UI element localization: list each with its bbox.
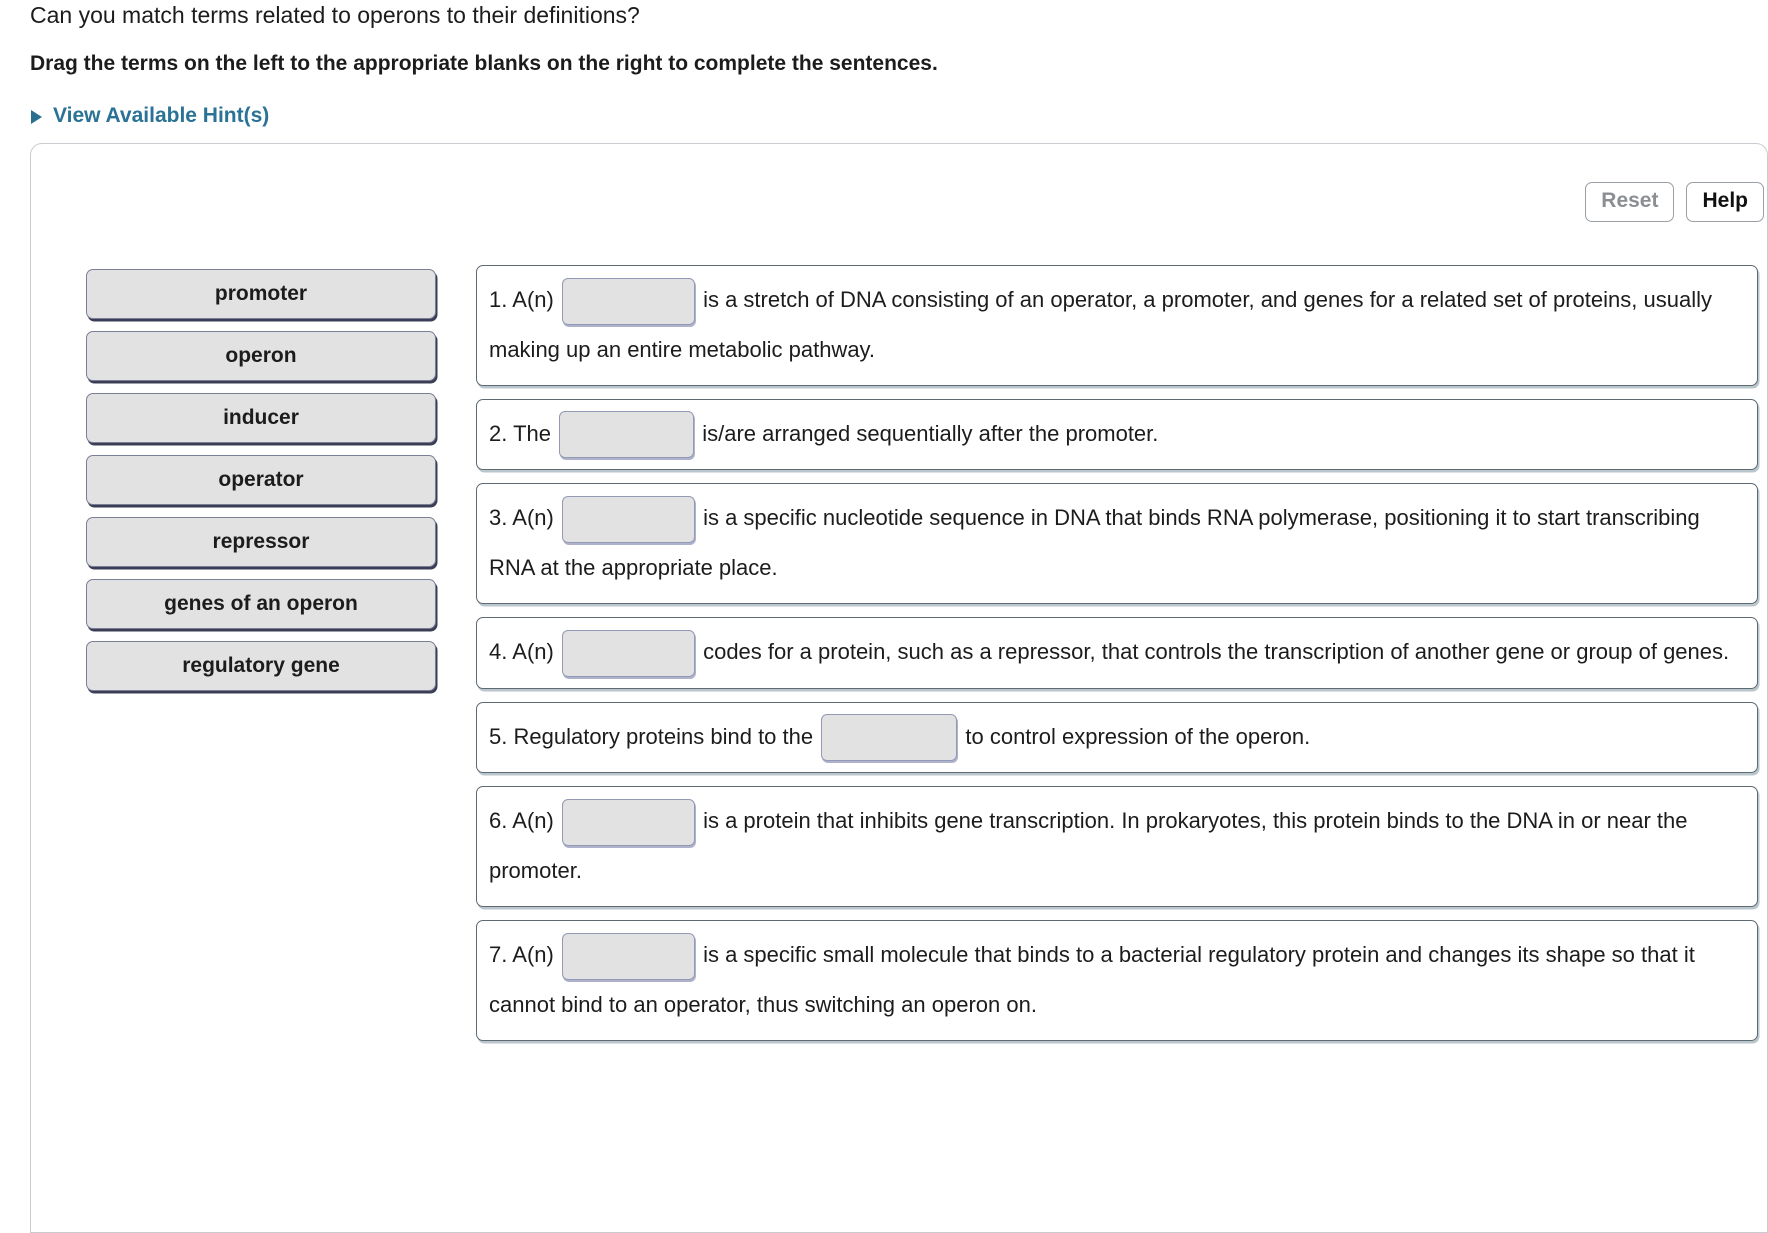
view-hints-label: View Available Hint(s): [53, 104, 270, 127]
definition-item: 7. A(n) is a specific small molecule tha…: [476, 920, 1758, 1041]
definition-item: 6. A(n) is a protein that inhibits gene …: [476, 786, 1758, 908]
definition-text-before: A(n): [512, 808, 554, 834]
prompt-area: Can you match terms related to operons t…: [0, 0, 1768, 128]
definition-item: 2. The is/are arranged sequentially afte…: [476, 398, 1758, 471]
answer-drop-slot[interactable]: [561, 629, 695, 677]
answer-drop-slot[interactable]: [559, 411, 695, 459]
definition-text-before: The: [513, 420, 551, 446]
answer-drop-slot[interactable]: [821, 714, 958, 762]
definition-number: 7.: [489, 942, 508, 968]
answer-drop-slot[interactable]: [561, 932, 695, 980]
definition-item: 1. A(n) is a stretch of DNA consisting o…: [476, 265, 1758, 386]
term-tile[interactable]: inducer: [86, 393, 436, 443]
term-tile[interactable]: operon: [86, 331, 436, 381]
definition-text-before: A(n): [512, 505, 554, 531]
definition-text-after: is/are arranged sequentially after the p…: [702, 420, 1159, 446]
term-tile[interactable]: repressor: [86, 517, 436, 567]
term-tile[interactable]: regulatory gene: [86, 641, 436, 691]
definition-number: 5.: [489, 723, 508, 749]
answer-drop-slot[interactable]: [561, 277, 695, 325]
answer-drop-slot[interactable]: [561, 496, 695, 544]
definition-text-before: Regulatory proteins bind to the: [513, 723, 814, 749]
definition-list: 1. A(n) is a stretch of DNA consisting o…: [476, 265, 1758, 1054]
definition-text-after: to control expression of the operon.: [965, 723, 1311, 749]
definition-number: 4.: [489, 639, 508, 665]
definition-item: 5. Regulatory proteins bind to the to co…: [476, 701, 1758, 774]
term-tile[interactable]: genes of an operon: [86, 579, 436, 629]
term-tile[interactable]: operator: [86, 455, 436, 505]
triangle-right-icon: [31, 110, 42, 124]
instruction-text: Drag the terms on the left to the approp…: [30, 52, 938, 75]
term-bank: promoter operon inducer operator repress…: [86, 269, 436, 703]
definition-number: 3.: [489, 505, 508, 531]
definition-item: 4. A(n) codes for a protein, such as a r…: [476, 617, 1758, 689]
definition-text-after: codes for a protein, such as a repressor…: [703, 639, 1730, 665]
help-button[interactable]: Help: [1686, 182, 1764, 222]
answer-toolbar: Reset Help: [1585, 182, 1764, 222]
answer-drop-slot[interactable]: [561, 799, 695, 847]
definition-text-before: A(n): [512, 287, 554, 312]
definition-number: 6.: [489, 808, 508, 834]
term-tile[interactable]: promoter: [86, 269, 436, 319]
definition-number: 2.: [489, 420, 508, 446]
view-hints-toggle[interactable]: View Available Hint(s): [30, 104, 269, 128]
answer-panel: Reset Help promoter operon inducer opera…: [30, 143, 1768, 1233]
definition-item: 3. A(n) is a specific nucleotide sequenc…: [476, 483, 1758, 605]
definition-number: 1.: [489, 287, 508, 312]
definition-text-before: A(n): [512, 942, 554, 968]
question-text: Can you match terms related to operons t…: [30, 2, 640, 28]
reset-button[interactable]: Reset: [1585, 182, 1675, 222]
definition-text-before: A(n): [512, 639, 554, 665]
